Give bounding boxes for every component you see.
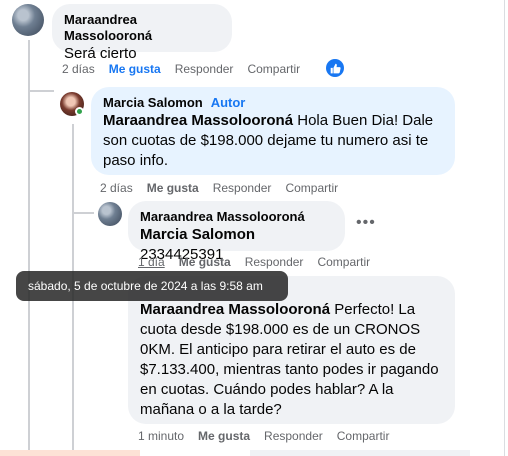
comment-author[interactable]: Maraandrea Massolooroná bbox=[64, 12, 220, 44]
share-button[interactable]: Compartir bbox=[285, 181, 338, 195]
thread-line-branch bbox=[28, 90, 54, 92]
comment-bubble: Marcia Salomon Autor Maraandrea Massoloor… bbox=[91, 87, 455, 175]
scrollbar-thumb[interactable] bbox=[504, 0, 505, 456]
comment-actions: 1 día Me gusta Responder Compartir bbox=[138, 255, 370, 269]
thumbs-up-icon[interactable] bbox=[326, 59, 344, 77]
reply-button[interactable]: Responder bbox=[264, 429, 323, 443]
comment-timestamp[interactable]: 1 minuto bbox=[138, 429, 184, 443]
comment-author-line: Marcia Salomon Autor bbox=[103, 95, 443, 111]
share-button[interactable]: Compartir bbox=[337, 429, 390, 443]
like-button[interactable]: Me gusta bbox=[109, 62, 161, 76]
mention-link[interactable]: Maraandrea Massolooroná bbox=[103, 112, 293, 129]
avatar[interactable] bbox=[98, 202, 122, 226]
comment-author[interactable]: Marcia Salomon bbox=[103, 95, 203, 110]
reply-button[interactable]: Responder bbox=[175, 62, 234, 76]
share-button[interactable]: Compartir bbox=[247, 62, 300, 76]
more-options-icon[interactable]: ••• bbox=[356, 214, 376, 232]
comment-text: Maraandrea Massolooroná Hola Buen Dia! D… bbox=[103, 112, 434, 169]
comment-actions: 1 minuto Me gusta Responder Compartir bbox=[138, 429, 389, 443]
comment-timestamp[interactable]: 2 días bbox=[62, 62, 95, 76]
reply-button[interactable]: Responder bbox=[245, 255, 304, 269]
online-status-icon bbox=[75, 107, 84, 116]
share-button[interactable]: Compartir bbox=[317, 255, 370, 269]
timestamp-tooltip: sábado, 5 de octubre de 2024 a las 9:58 … bbox=[16, 271, 288, 301]
comment-bubble: Maraandrea Massolooroná Será cierto bbox=[52, 4, 232, 62]
comment-actions: 2 días Me gusta Responder Compartir bbox=[62, 62, 300, 76]
like-button[interactable]: Me gusta bbox=[179, 255, 231, 269]
thread-line-main bbox=[28, 40, 30, 456]
mention-link[interactable]: Marcia Salomon bbox=[140, 226, 255, 243]
like-button[interactable]: Me gusta bbox=[147, 181, 199, 195]
comment-actions: 2 días Me gusta Responder Compartir bbox=[100, 181, 338, 195]
author-badge: Autor bbox=[210, 95, 246, 110]
comment-text: Será cierto bbox=[64, 45, 137, 62]
comment-author[interactable]: Maraandrea Massolooroná bbox=[140, 209, 333, 225]
thread-line-sub-branch bbox=[72, 212, 94, 214]
like-button[interactable]: Me gusta bbox=[198, 429, 250, 443]
mention-link[interactable]: Maraandrea Massolooroná bbox=[140, 301, 330, 318]
next-comment-preview bbox=[0, 450, 508, 456]
comment-text: Maraandrea Massolooroná Perfecto! La cuo… bbox=[140, 301, 439, 418]
avatar[interactable] bbox=[12, 4, 44, 36]
comment-bubble: Maraandrea Massolooroná Marcia Salomon 2… bbox=[128, 201, 345, 263]
comment-timestamp[interactable]: 1 día bbox=[138, 255, 165, 269]
comment-timestamp[interactable]: 2 días bbox=[100, 181, 133, 195]
reply-button[interactable]: Responder bbox=[213, 181, 272, 195]
